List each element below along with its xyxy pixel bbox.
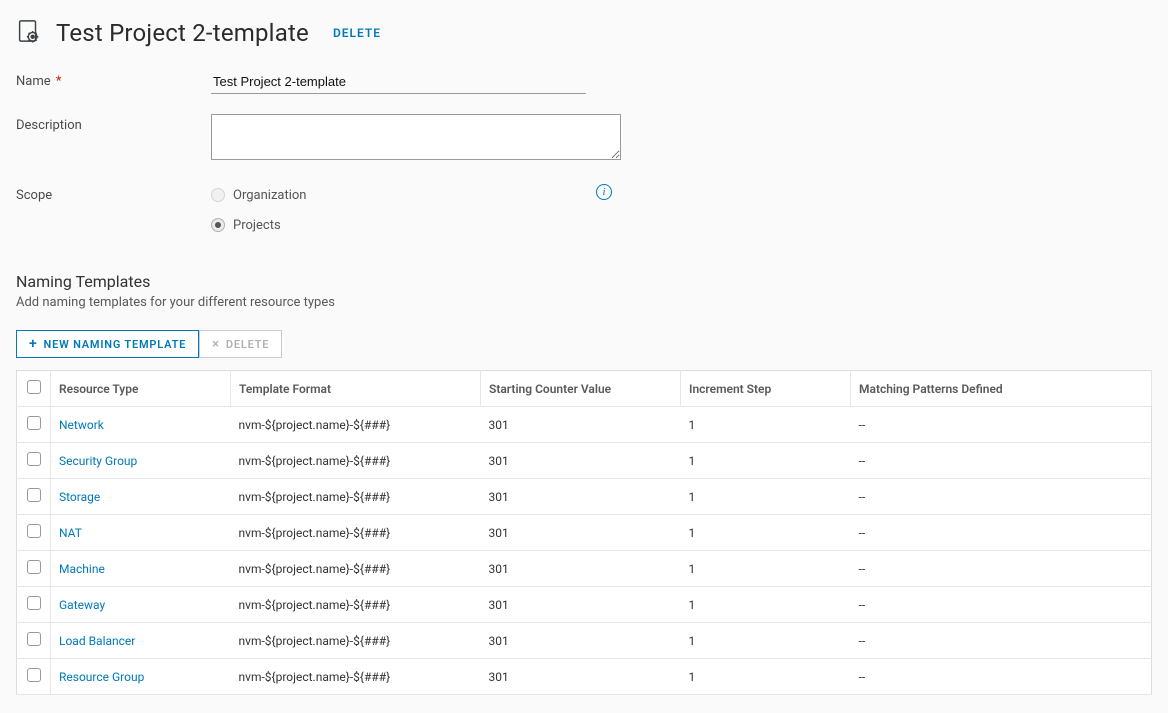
name-field-area	[211, 70, 626, 94]
resource-type-link[interactable]: Gateway	[51, 587, 231, 623]
matching-patterns-cell: --	[851, 587, 1152, 623]
radio-icon	[211, 188, 225, 202]
matching-patterns-cell: --	[851, 551, 1152, 587]
info-icon[interactable]: i	[596, 184, 612, 200]
increment-step-cell: 1	[681, 659, 851, 695]
scope-field-area: i Organization Projects	[211, 184, 626, 244]
row-checkbox[interactable]	[27, 524, 41, 538]
resource-type-link[interactable]: Machine	[51, 551, 231, 587]
table-row: Machinenvm-${project.name}-${###}3011--	[17, 551, 1152, 587]
radio-label-organization: Organization	[233, 188, 306, 203]
table-header-row: Resource Type Template Format Starting C…	[17, 371, 1152, 407]
resource-type-link[interactable]: Resource Group	[51, 659, 231, 695]
starting-counter-cell: 301	[481, 551, 681, 587]
col-matching-patterns[interactable]: Matching Patterns Defined	[851, 371, 1152, 407]
row-checkbox[interactable]	[27, 560, 41, 574]
resource-type-link[interactable]: Load Balancer	[51, 623, 231, 659]
template-format-cell: nvm-${project.name}-${###}	[231, 587, 481, 623]
starting-counter-cell: 301	[481, 515, 681, 551]
description-textarea[interactable]	[211, 114, 621, 160]
radio-icon	[211, 218, 225, 232]
starting-counter-cell: 301	[481, 443, 681, 479]
col-increment-step[interactable]: Increment Step	[681, 371, 851, 407]
starting-counter-cell: 301	[481, 587, 681, 623]
delete-button[interactable]: DELETE	[333, 26, 381, 40]
resource-type-link[interactable]: Network	[51, 407, 231, 443]
row-checkbox[interactable]	[27, 416, 41, 430]
increment-step-cell: 1	[681, 623, 851, 659]
table-toolbar: + NEW NAMING TEMPLATE × DELETE	[16, 330, 1152, 358]
col-starting-counter[interactable]: Starting Counter Value	[481, 371, 681, 407]
new-naming-template-button[interactable]: + NEW NAMING TEMPLATE	[16, 330, 199, 358]
increment-step-cell: 1	[681, 479, 851, 515]
matching-patterns-cell: --	[851, 623, 1152, 659]
increment-step-cell: 1	[681, 551, 851, 587]
naming-templates-table: Resource Type Template Format Starting C…	[16, 370, 1152, 695]
scope-radio-projects[interactable]: Projects	[211, 214, 626, 236]
close-icon: ×	[212, 338, 220, 351]
name-label-text: Name	[16, 74, 51, 89]
increment-step-cell: 1	[681, 443, 851, 479]
section-title: Naming Templates	[16, 272, 1152, 291]
matching-patterns-cell: --	[851, 407, 1152, 443]
row-checkbox[interactable]	[27, 632, 41, 646]
starting-counter-cell: 301	[481, 623, 681, 659]
radio-label-projects: Projects	[233, 218, 281, 233]
resource-type-link[interactable]: NAT	[51, 515, 231, 551]
starting-counter-cell: 301	[481, 407, 681, 443]
row-checkbox[interactable]	[27, 452, 41, 466]
starting-counter-cell: 301	[481, 479, 681, 515]
name-input[interactable]	[211, 70, 586, 94]
matching-patterns-cell: --	[851, 443, 1152, 479]
template-format-cell: nvm-${project.name}-${###}	[231, 623, 481, 659]
new-naming-template-label: NEW NAMING TEMPLATE	[44, 338, 187, 351]
page-header: Test Project 2-template DELETE	[16, 18, 1152, 48]
plus-icon: +	[29, 337, 38, 351]
table-row: Load Balancernvm-${project.name}-${###}3…	[17, 623, 1152, 659]
scope-radio-organization[interactable]: Organization	[211, 184, 626, 206]
resource-type-link[interactable]: Storage	[51, 479, 231, 515]
table-row: NATnvm-${project.name}-${###}3011--	[17, 515, 1152, 551]
toolbar-delete-label: DELETE	[226, 338, 269, 351]
template-format-cell: nvm-${project.name}-${###}	[231, 479, 481, 515]
increment-step-cell: 1	[681, 407, 851, 443]
row-checkbox[interactable]	[27, 596, 41, 610]
increment-step-cell: 1	[681, 587, 851, 623]
section-desc: Add naming templates for your different …	[16, 295, 1152, 310]
col-resource-type[interactable]: Resource Type	[51, 371, 231, 407]
description-label: Description	[16, 114, 211, 133]
table-row: Resource Groupnvm-${project.name}-${###}…	[17, 659, 1152, 695]
form-row-scope: Scope i Organization Projects	[16, 184, 1152, 244]
form-row-name: Name *	[16, 70, 1152, 94]
template-format-cell: nvm-${project.name}-${###}	[231, 551, 481, 587]
template-format-cell: nvm-${project.name}-${###}	[231, 407, 481, 443]
form-row-description: Description	[16, 114, 1152, 164]
row-checkbox[interactable]	[27, 668, 41, 682]
template-gear-icon	[16, 18, 42, 48]
row-checkbox[interactable]	[27, 488, 41, 502]
col-template-format[interactable]: Template Format	[231, 371, 481, 407]
required-marker: *	[56, 74, 62, 89]
description-field-area	[211, 114, 626, 164]
name-label: Name *	[16, 70, 211, 89]
template-format-cell: nvm-${project.name}-${###}	[231, 515, 481, 551]
template-format-cell: nvm-${project.name}-${###}	[231, 443, 481, 479]
resource-type-link[interactable]: Security Group	[51, 443, 231, 479]
toolbar-delete-button[interactable]: × DELETE	[199, 330, 282, 358]
matching-patterns-cell: --	[851, 479, 1152, 515]
increment-step-cell: 1	[681, 515, 851, 551]
matching-patterns-cell: --	[851, 659, 1152, 695]
template-format-cell: nvm-${project.name}-${###}	[231, 659, 481, 695]
table-row: Storagenvm-${project.name}-${###}3011--	[17, 479, 1152, 515]
select-all-checkbox[interactable]	[27, 380, 41, 394]
table-row: Networknvm-${project.name}-${###}3011--	[17, 407, 1152, 443]
starting-counter-cell: 301	[481, 659, 681, 695]
table-row: Gatewaynvm-${project.name}-${###}3011--	[17, 587, 1152, 623]
matching-patterns-cell: --	[851, 515, 1152, 551]
page-title: Test Project 2-template	[56, 19, 309, 47]
scope-label: Scope	[16, 184, 211, 203]
table-row: Security Groupnvm-${project.name}-${###}…	[17, 443, 1152, 479]
